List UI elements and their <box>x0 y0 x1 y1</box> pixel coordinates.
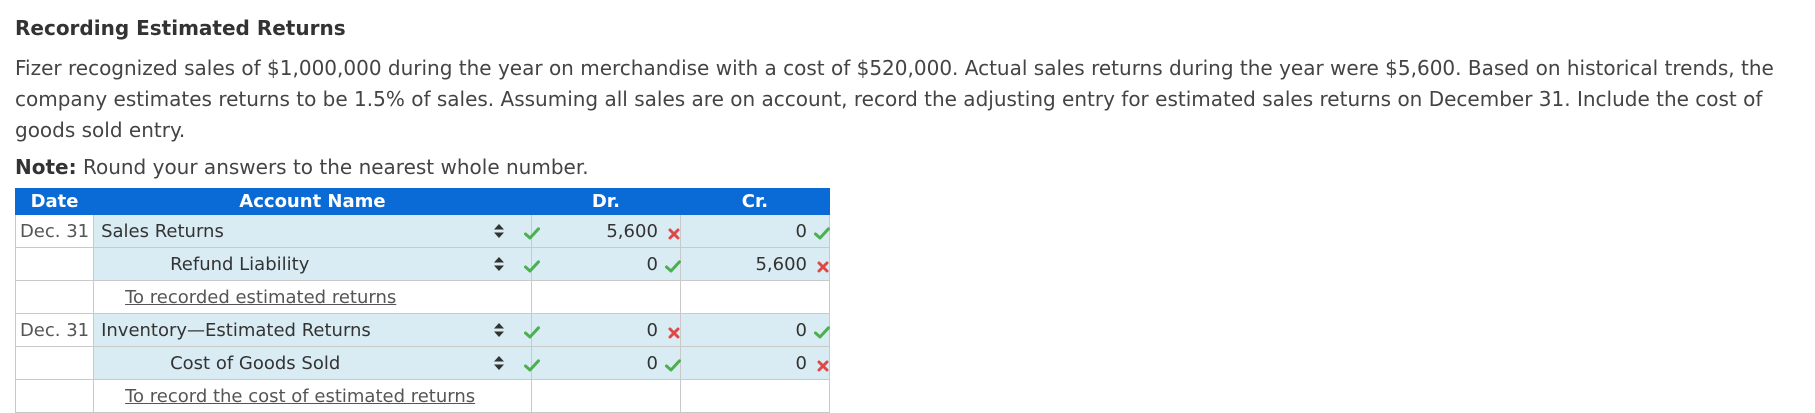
note: Note: Round your answers to the nearest … <box>15 153 1801 181</box>
header-account-name: Account Name <box>93 188 532 215</box>
note-label: Note: <box>15 155 77 179</box>
check-icon <box>814 323 830 339</box>
account-name: Inventory—Estimated Returns <box>101 319 371 341</box>
credit-input[interactable]: 0 <box>679 346 831 380</box>
check-icon <box>664 257 681 273</box>
check-icon <box>524 323 541 339</box>
account-select[interactable]: Refund Liability <box>93 247 541 281</box>
debit-cell <box>530 280 681 314</box>
credit-input[interactable]: 5,600 <box>679 247 831 281</box>
memo-row: To record the cost of estimated returns <box>14 379 831 413</box>
date-cell <box>14 379 95 413</box>
x-icon <box>665 224 680 240</box>
debit-value: 5,600 <box>606 220 658 242</box>
credit-value: 5,600 <box>755 253 807 275</box>
check-icon <box>664 356 681 372</box>
check-icon <box>524 257 541 273</box>
debit-value: 0 <box>646 352 658 374</box>
credit-input[interactable]: 0 <box>679 313 831 347</box>
memo-cell: To recorded estimated returns <box>93 280 532 314</box>
page-title: Recording Estimated Returns <box>15 16 346 40</box>
journal-row: Dec. 31 Sales Returns 5,600 0 <box>14 214 831 248</box>
debit-input[interactable]: 0 <box>530 346 681 380</box>
sort-icon[interactable] <box>493 322 505 338</box>
debit-input[interactable]: 0 <box>530 313 681 347</box>
header-date: Date <box>14 188 95 215</box>
entry-description-link[interactable]: To recorded estimated returns <box>125 281 396 313</box>
account-name: Refund Liability <box>170 253 310 275</box>
credit-value: 0 <box>795 352 807 374</box>
journal-row: Refund Liability 0 5,600 <box>14 247 831 281</box>
debit-input[interactable]: 0 <box>530 247 681 281</box>
account-name: Sales Returns <box>101 220 224 242</box>
date-cell <box>14 280 95 314</box>
memo-row: To recorded estimated returns <box>14 280 831 314</box>
journal-entry-table: Date Account Name Dr. Cr. Dec. 31 Sales R… <box>14 188 831 413</box>
problem-text: Fizer recognized sales of $1,000,000 dur… <box>15 56 1774 142</box>
credit-input[interactable]: 0 <box>679 214 831 248</box>
credit-cell <box>679 379 831 413</box>
date-cell <box>14 247 95 281</box>
credit-cell <box>679 280 831 314</box>
check-icon <box>524 224 541 240</box>
date-cell: Dec. 31 <box>14 313 95 347</box>
date-cell <box>14 346 95 380</box>
account-select[interactable]: Sales Returns <box>93 214 541 248</box>
check-icon <box>814 224 830 240</box>
debit-input[interactable]: 5,600 <box>530 214 681 248</box>
account-name: Cost of Goods Sold <box>170 352 341 374</box>
credit-value: 0 <box>795 319 807 341</box>
sort-icon[interactable] <box>493 355 505 371</box>
table-header-row: Date Account Name Dr. Cr. <box>14 188 831 215</box>
date-cell: Dec. 31 <box>14 214 95 248</box>
x-icon <box>814 356 829 372</box>
debit-cell <box>530 379 681 413</box>
x-icon <box>665 323 680 339</box>
entry-description-link[interactable]: To record the cost of estimated returns <box>125 380 475 412</box>
header-credit: Cr. <box>679 188 831 215</box>
memo-cell: To record the cost of estimated returns <box>93 379 532 413</box>
credit-value: 0 <box>795 220 807 242</box>
header-debit: Dr. <box>530 188 681 215</box>
journal-body: Dec. 31 Sales Returns 5,600 0 Refund Liabili… <box>14 214 831 413</box>
x-icon <box>814 257 829 273</box>
note-text: Round your answers to the nearest whole … <box>76 155 589 179</box>
check-icon <box>524 356 541 372</box>
sort-icon[interactable] <box>493 256 505 272</box>
sort-icon[interactable] <box>493 223 505 239</box>
account-select[interactable]: Cost of Goods Sold <box>93 346 541 380</box>
journal-row: Dec. 31 Inventory—Estimated Returns 0 0 <box>14 313 831 347</box>
debit-value: 0 <box>646 319 658 341</box>
debit-value: 0 <box>646 253 658 275</box>
journal-row: Cost of Goods Sold 0 0 <box>14 346 831 380</box>
account-select[interactable]: Inventory—Estimated Returns <box>93 313 541 347</box>
